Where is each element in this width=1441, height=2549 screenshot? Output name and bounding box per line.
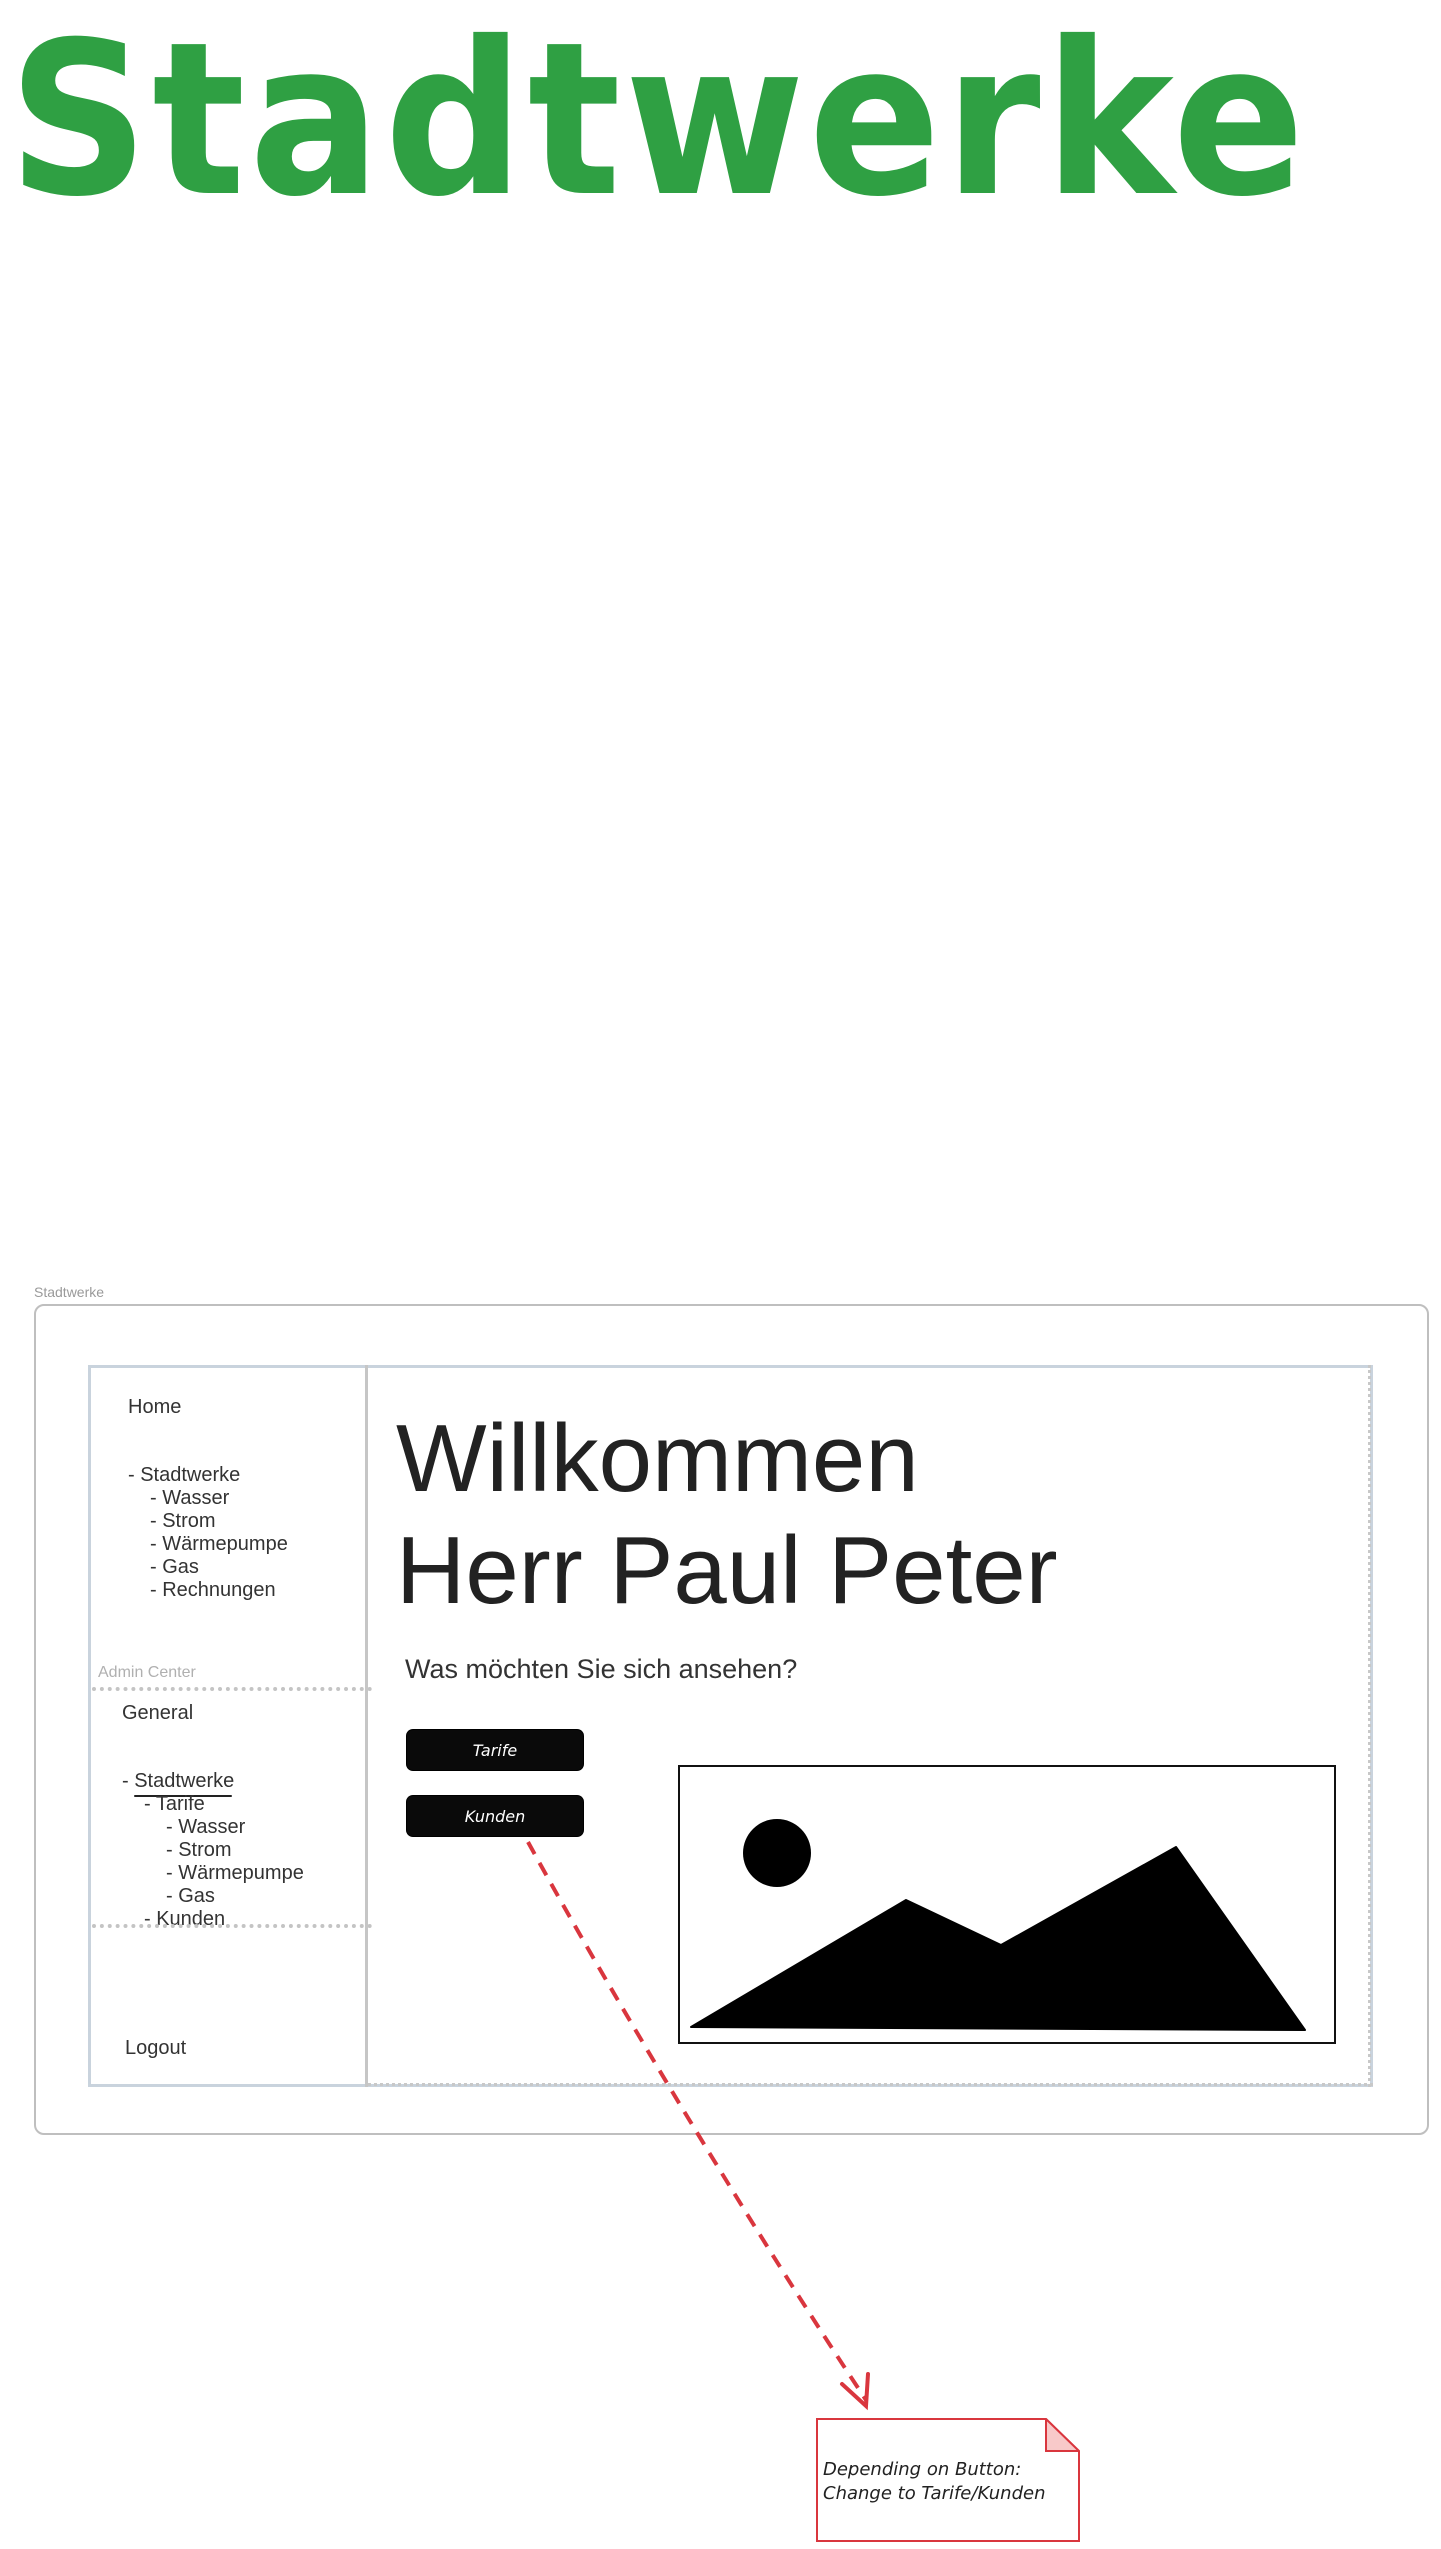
brand-title: Stadtwerke xyxy=(8,0,1309,243)
annotation-arrow xyxy=(526,1841,870,2411)
welcome-line-2: Herr Paul Peter xyxy=(396,1517,1058,1624)
admin-item-stadtwerke-label: Stadtwerke xyxy=(134,1770,235,1792)
sidebar-item-waermepumpe[interactable]: - Wärmepumpe xyxy=(150,1533,288,1556)
tarife-button[interactable]: Tarife xyxy=(407,1730,583,1770)
sidebar-item-strom[interactable]: - Strom xyxy=(150,1510,216,1533)
sidebar-item-home[interactable]: Home xyxy=(128,1396,181,1419)
sidebar-item-stadtwerke[interactable]: - Stadtwerke xyxy=(128,1464,240,1487)
window-right-edge xyxy=(1368,1365,1371,2087)
admin-item-tarife[interactable]: - Tarife xyxy=(144,1793,205,1816)
frame-caption: Stadtwerke xyxy=(34,1284,105,1300)
kunden-button[interactable]: Kunden xyxy=(407,1796,583,1836)
admin-item-gas[interactable]: - Gas xyxy=(166,1885,215,1908)
admin-center-label: Admin Center xyxy=(98,1664,196,1681)
note-line-2: Change to Tarife/Kunden xyxy=(823,2483,1046,2504)
welcome-heading: Willkommen Herr Paul Peter xyxy=(396,1403,1058,1627)
image-placeholder-icon xyxy=(678,1765,1336,2044)
admin-item-wasser[interactable]: - Wasser xyxy=(166,1816,245,1839)
sidebar-item-gas[interactable]: - Gas xyxy=(150,1556,199,1579)
admin-item-waermepumpe[interactable]: - Wärmepumpe xyxy=(166,1862,304,1885)
admin-center-bottom-divider xyxy=(92,1924,372,1928)
note-line-1: Depending on Button: xyxy=(823,2459,1022,2480)
admin-item-general[interactable]: General xyxy=(122,1702,193,1725)
welcome-line-1: Willkommen xyxy=(396,1405,919,1512)
annotation-note-text: Depending on Button: Change to Tarife/Ku… xyxy=(823,2458,1073,2506)
admin-item-strom[interactable]: - Strom xyxy=(166,1839,232,1862)
question-text: Was möchten Sie sich ansehen? xyxy=(405,1654,798,1684)
logout-link[interactable]: Logout xyxy=(125,2037,186,2060)
admin-center-top-divider xyxy=(92,1687,372,1691)
sidebar-item-wasser[interactable]: - Wasser xyxy=(150,1487,229,1510)
admin-item-stadtwerke[interactable]: - Stadtwerke xyxy=(122,1770,234,1793)
window-bottom-edge xyxy=(368,2083,1373,2086)
sidebar-item-rechnungen[interactable]: - Rechnungen xyxy=(150,1579,276,1602)
admin-item-stadtwerke-prefix: - xyxy=(122,1770,135,1792)
